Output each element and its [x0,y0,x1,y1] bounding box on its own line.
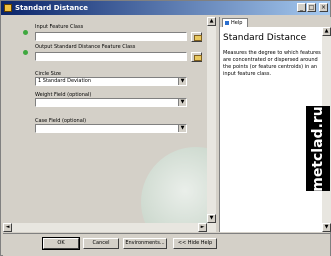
hide-help-button[interactable]: << Hide Help [173,238,217,249]
window-title: Standard Distance [15,4,89,12]
output-feature-class-label: Output Standard Distance Feature Class [35,44,136,50]
scroll-down-icon[interactable]: ▼ [207,214,216,223]
parameters-pane: Input Feature Class Output Standard Dist… [3,17,216,232]
tab-help[interactable]: Help [222,18,248,27]
title-bar[interactable]: Standard Distance _ □ × [1,1,330,15]
watermark-text: metclad.ru [310,105,326,192]
scroll-up-icon[interactable]: ▲ [207,17,216,26]
dialog-footer: OK Cancel Environments... << Hide Help [3,233,330,256]
output-feature-class-field[interactable] [35,52,187,61]
help-tab-label: Help [231,20,243,26]
close-button[interactable]: × [319,3,328,12]
help-title: Standard Distance [223,33,307,43]
dialog-window: Standard Distance _ □ × Input Feature Cl… [0,0,331,256]
cancel-button[interactable]: Cancel [83,238,119,249]
chevron-down-icon[interactable]: ▼ [178,99,186,106]
maximize-button[interactable]: □ [307,3,316,12]
horizontal-scrollbar[interactable]: ◄ ► [3,223,207,232]
browse-output-folder-icon[interactable] [191,52,202,62]
site-watermark: metclad.ru [306,106,330,191]
browse-input-folder-icon[interactable] [191,32,202,42]
scroll-up-icon[interactable]: ▲ [322,27,331,36]
scroll-down-icon[interactable]: ▼ [322,223,331,232]
scroll-right-icon[interactable]: ► [198,223,207,232]
environments-button[interactable]: Environments... [123,238,167,249]
required-dot-icon [23,50,28,55]
help-icon [225,21,229,25]
help-tab-bar: Help [220,17,331,27]
circle-size-select[interactable]: 1 Standard Deviation ▼ [35,77,187,86]
input-feature-class-field[interactable] [35,32,187,41]
weight-field-select[interactable]: ▼ [35,98,187,107]
help-description: Measures the degree to which features ar… [223,50,321,77]
required-dot-icon [23,30,28,35]
vertical-scrollbar[interactable]: ▲ ▼ [207,17,216,232]
case-field-select[interactable]: ▼ [35,124,187,133]
tool-icon [4,4,12,12]
minimize-button[interactable]: _ [297,3,306,12]
chevron-down-icon[interactable]: ▼ [178,125,186,132]
ok-button[interactable]: OK [42,237,80,250]
chevron-down-icon[interactable]: ▼ [178,78,186,85]
circle-size-value: 1 Standard Deviation [38,78,92,84]
globe-watermark-icon [141,147,216,232]
input-feature-class-label: Input Feature Class [35,24,84,30]
scroll-left-icon[interactable]: ◄ [3,223,12,232]
